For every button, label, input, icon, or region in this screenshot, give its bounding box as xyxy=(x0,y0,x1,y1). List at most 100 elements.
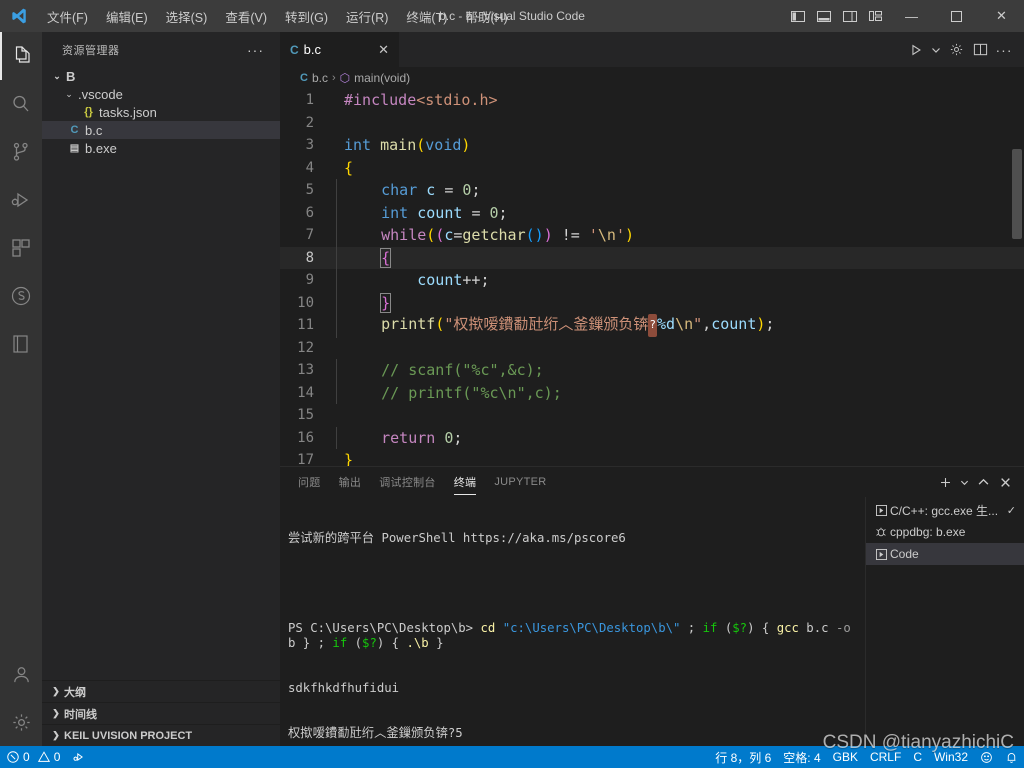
code-line-current: 8 { xyxy=(280,246,1024,269)
editor-actions: ··· xyxy=(904,32,1024,67)
menu-terminal[interactable]: 终端(T) xyxy=(397,0,456,32)
chevron-down-icon[interactable]: ⌄ xyxy=(62,89,76,100)
status-notifications-bell-icon[interactable] xyxy=(999,746,1024,768)
split-editor-icon[interactable] xyxy=(968,32,992,67)
status-feedback-icon[interactable] xyxy=(974,746,999,768)
manage-gear-icon[interactable] xyxy=(0,698,42,746)
activity-source-control-icon[interactable] xyxy=(0,128,42,176)
toggle-secondary-sidebar-icon[interactable] xyxy=(837,0,863,32)
line-number: 9 xyxy=(305,272,314,288)
tree-item-tasks-json[interactable]: {} tasks.json xyxy=(42,103,280,121)
line-content: #include<stdio.h> xyxy=(344,91,498,109)
error-count: 0 xyxy=(23,750,30,764)
panel-tab-problems[interactable]: 问题 xyxy=(298,467,321,497)
toggle-primary-sidebar-icon[interactable] xyxy=(785,0,811,32)
activity-explorer-icon[interactable] xyxy=(0,32,42,80)
maximize-panel-icon[interactable] xyxy=(972,468,994,496)
close-button[interactable]: ✕ xyxy=(979,0,1024,32)
line-number: 3 xyxy=(305,137,314,153)
accounts-icon[interactable] xyxy=(0,650,42,698)
editor-tabs-bar: C b.c ✕ ··· xyxy=(280,32,1024,67)
settings-gear-icon[interactable] xyxy=(944,32,968,67)
minimize-button[interactable]: — xyxy=(889,0,934,32)
activity-book-icon[interactable] xyxy=(0,320,42,368)
terminal-instance-list: C/C++: gcc.exe 生... ✓ cppdbg: b.exe Code xyxy=(865,497,1024,746)
status-bar: 0 0 行 8，列 6 空格: 4 GBK CRLF C Win32 xyxy=(0,746,1024,768)
status-indentation[interactable]: 空格: 4 xyxy=(777,746,826,768)
terminal-chevron-down-icon[interactable] xyxy=(956,468,972,496)
warning-icon xyxy=(37,751,50,762)
remote-icon xyxy=(73,753,84,761)
status-encoding[interactable]: GBK xyxy=(827,746,864,768)
panel-tab-output[interactable]: 输出 xyxy=(339,467,362,497)
tree-item-label: .vscode xyxy=(78,86,123,102)
terminal-output[interactable]: 尝试新的跨平台 PowerShell https://aka.ms/pscore… xyxy=(280,497,865,746)
editor-more-actions-icon[interactable]: ··· xyxy=(992,32,1016,67)
line-content: { xyxy=(336,246,392,269)
line-content: // printf("%c\n",c); xyxy=(336,381,562,404)
activity-s-circle-icon[interactable] xyxy=(0,272,42,320)
menu-edit[interactable]: 编辑(E) xyxy=(97,0,157,32)
run-chevron-down-icon[interactable] xyxy=(928,32,944,67)
menu-view[interactable]: 查看(V) xyxy=(216,0,276,32)
new-terminal-button[interactable] xyxy=(934,468,956,496)
sidebar-section-label: 大纲 xyxy=(64,686,86,699)
breadcrumb-symbol[interactable]: main(void) xyxy=(354,71,410,85)
menu-file[interactable]: 文件(F) xyxy=(38,0,97,32)
tree-item-b-exe[interactable]: ▤ b.exe xyxy=(42,139,280,157)
json-file-icon: {} xyxy=(84,106,93,118)
code-line: 4 { xyxy=(280,157,1024,180)
sidebar-section-outline[interactable]: ❯ 大纲 xyxy=(42,680,280,702)
sidebar-section-keil[interactable]: ❯ KEIL UVISION PROJECT xyxy=(42,724,280,746)
terminal-list-label: C/C++: gcc.exe 生... xyxy=(890,503,999,518)
code-editor[interactable]: 1 #include<stdio.h> 2 3 int main(void) 4… xyxy=(280,89,1024,466)
terminal-line: sdkfhkdfhufidui xyxy=(288,681,400,695)
line-number: 11 xyxy=(297,317,314,333)
line-number: 13 xyxy=(297,362,314,378)
activity-run-debug-icon[interactable] xyxy=(0,176,42,224)
editor-tab-b-c[interactable]: C b.c ✕ xyxy=(280,32,400,67)
code-line: 9 count++; xyxy=(280,269,1024,292)
menu-help[interactable]: 帮助(H) xyxy=(456,0,516,32)
line-content: } xyxy=(336,291,392,314)
line-number: 2 xyxy=(305,114,314,131)
panel-tab-jupyter[interactable]: JUPYTER xyxy=(494,467,546,497)
panel-tab-debug-console[interactable]: 调试控制台 xyxy=(379,467,436,497)
breadcrumb-file[interactable]: b.c xyxy=(312,71,328,85)
tree-item-b-c[interactable]: C b.c xyxy=(42,121,280,139)
panel-tab-terminal[interactable]: 终端 xyxy=(453,467,477,497)
status-language-mode[interactable]: C xyxy=(907,746,928,768)
sidebar-more-actions-icon[interactable]: ··· xyxy=(247,42,272,58)
line-number: 5 xyxy=(305,182,314,198)
chevron-down-icon[interactable]: ⌄ xyxy=(50,71,64,82)
tree-item-folder-b[interactable]: ⌄ B xyxy=(42,67,280,85)
editor-scrollbar-thumb[interactable] xyxy=(1012,149,1022,239)
editor-scrollbar[interactable] xyxy=(1010,89,1024,466)
status-bar-right: 行 8，列 6 空格: 4 GBK CRLF C Win32 xyxy=(709,746,1024,768)
menu-selection[interactable]: 选择(S) xyxy=(157,0,217,32)
status-platform[interactable]: Win32 xyxy=(928,746,974,768)
close-tab-icon[interactable]: ✕ xyxy=(356,42,389,58)
activity-extensions-icon[interactable] xyxy=(0,224,42,272)
code-line: 2 xyxy=(280,112,1024,135)
breadcrumb: C b.c › ⬡ main(void) xyxy=(280,67,1024,89)
terminal-line: PS C:\Users\PC\Desktop\b> cd "c:\Users\P… xyxy=(288,621,859,650)
activity-search-icon[interactable] xyxy=(0,80,42,128)
status-cursor-position[interactable]: 行 8，列 6 xyxy=(709,746,777,768)
menu-run[interactable]: 运行(R) xyxy=(337,0,397,32)
sidebar-section-timeline[interactable]: ❯ 时间线 xyxy=(42,702,280,724)
code-line: 3 int main(void) xyxy=(280,134,1024,157)
status-eol[interactable]: CRLF xyxy=(864,746,907,768)
status-problems[interactable]: 0 0 xyxy=(0,746,66,768)
menu-go[interactable]: 转到(G) xyxy=(276,0,337,32)
maximize-button[interactable] xyxy=(934,0,979,32)
toggle-panel-icon[interactable] xyxy=(811,0,837,32)
close-panel-icon[interactable] xyxy=(994,468,1016,496)
terminal-list-item-code[interactable]: Code xyxy=(866,543,1024,565)
customize-layout-icon[interactable] xyxy=(863,0,889,32)
terminal-list-item-gcc[interactable]: C/C++: gcc.exe 生... ✓ xyxy=(866,499,1024,521)
tree-item-folder-vscode[interactable]: ⌄ .vscode xyxy=(42,85,280,103)
terminal-list-item-cppdbg[interactable]: cppdbg: b.exe xyxy=(866,521,1024,543)
run-code-button[interactable] xyxy=(904,32,928,67)
status-remote-indicator[interactable] xyxy=(66,746,93,768)
